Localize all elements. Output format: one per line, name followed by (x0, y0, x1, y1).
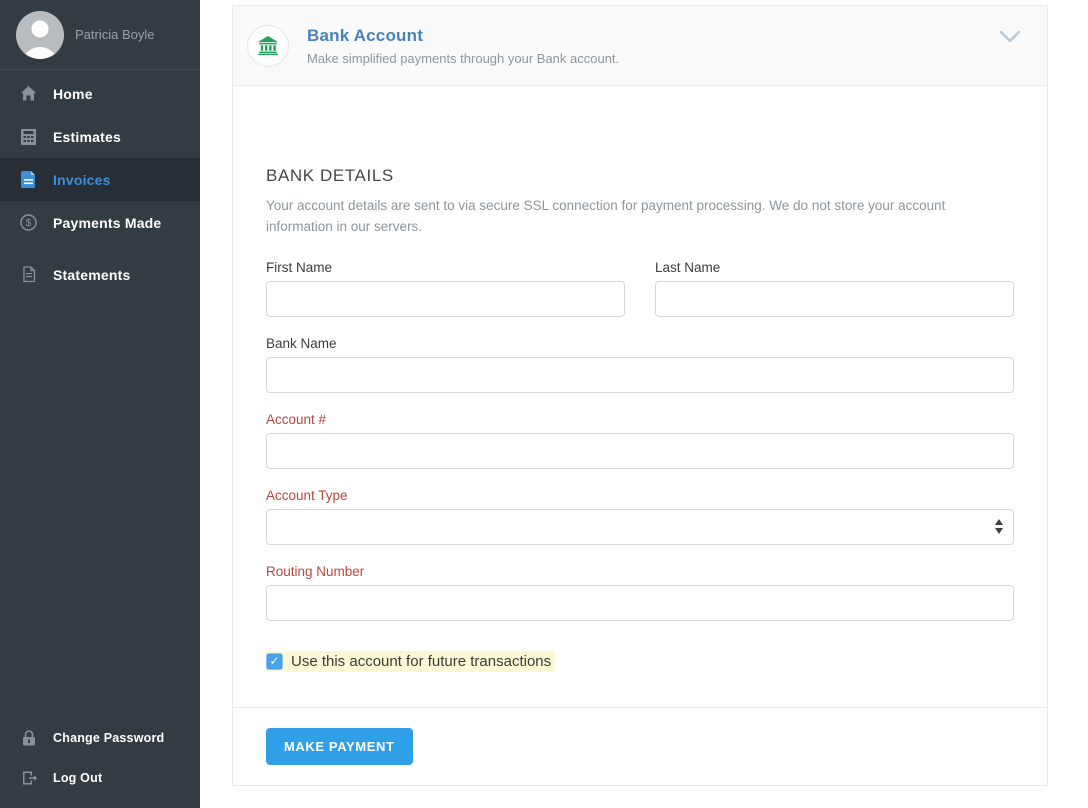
sidebar-item-label: Estimates (53, 129, 121, 145)
invoice-document-icon (20, 171, 37, 188)
name-fields-row: First Name Last Name (266, 260, 1014, 336)
svg-text:$: $ (26, 218, 32, 229)
logout-label: Log Out (53, 771, 102, 785)
routing-number-input[interactable] (266, 585, 1014, 621)
select-stepper-icon[interactable] (995, 519, 1003, 534)
last-name-field: Last Name (655, 260, 1014, 317)
checkbox-checked-icon[interactable]: ✓ (266, 653, 283, 670)
sidebar-item-label: Invoices (53, 172, 111, 188)
account-type-label: Account Type (266, 488, 1014, 503)
panel-subtitle: Make simplified payments through your Ba… (307, 51, 619, 66)
bank-account-panel: Bank Account Make simplified payments th… (232, 5, 1048, 786)
sidebar-spacer (0, 296, 200, 718)
account-number-label: Account # (266, 412, 1014, 427)
panel-header-text: Bank Account Make simplified payments th… (307, 26, 619, 66)
future-transactions-label: Use this account for future transactions (291, 653, 551, 670)
first-name-field: First Name (266, 260, 625, 317)
sidebar-menu: Home Estimates Invoices $ Payments Made (0, 70, 200, 296)
statement-document-icon (20, 266, 37, 283)
dollar-circle-icon: $ (20, 214, 37, 231)
lock-icon (20, 730, 37, 747)
account-number-field: Account # (266, 412, 1014, 469)
change-password-button[interactable]: Change Password (0, 718, 200, 758)
bank-icon (247, 25, 289, 67)
change-password-label: Change Password (53, 731, 164, 745)
last-name-input[interactable] (655, 281, 1014, 317)
home-icon (20, 85, 37, 102)
sidebar-item-statements[interactable]: Statements (0, 253, 200, 296)
section-description: Your account details are sent to via sec… (266, 196, 1014, 238)
sidebar-item-payments-made[interactable]: $ Payments Made (0, 201, 200, 244)
first-name-input[interactable] (266, 281, 625, 317)
make-payment-button[interactable]: MAKE PAYMENT (266, 728, 413, 765)
panel-header[interactable]: Bank Account Make simplified payments th… (233, 6, 1047, 86)
app-root: Patricia Boyle Home Estimates Invoices (0, 0, 1088, 808)
account-number-input[interactable] (266, 433, 1014, 469)
routing-number-field: Routing Number (266, 564, 1014, 621)
sidebar: Patricia Boyle Home Estimates Invoices (0, 0, 200, 808)
logout-button[interactable]: Log Out (0, 758, 200, 798)
sidebar-item-invoices[interactable]: Invoices (0, 158, 200, 201)
user-profile[interactable]: Patricia Boyle (0, 0, 200, 69)
sidebar-footer: Change Password Log Out (0, 718, 200, 808)
panel-body: BANK DETAILS Your account details are se… (233, 86, 1047, 707)
user-name: Patricia Boyle (75, 27, 154, 42)
avatar-person-icon (16, 11, 64, 59)
first-name-label: First Name (266, 260, 625, 275)
future-transactions-checkbox-row[interactable]: ✓ Use this account for future transactio… (266, 651, 555, 672)
account-type-field: Account Type (266, 488, 1014, 545)
calculator-icon (20, 128, 37, 145)
account-type-select[interactable] (266, 509, 1014, 545)
sidebar-item-label: Payments Made (53, 215, 161, 231)
panel-title: Bank Account (307, 26, 619, 46)
chevron-down-icon[interactable] (999, 30, 1021, 49)
sidebar-item-label: Statements (53, 267, 130, 283)
last-name-label: Last Name (655, 260, 1014, 275)
bank-name-field: Bank Name (266, 336, 1014, 393)
section-heading: BANK DETAILS (266, 166, 1014, 186)
sidebar-item-label: Home (53, 86, 93, 102)
panel-footer: MAKE PAYMENT (233, 707, 1047, 785)
main-content: Bank Account Make simplified payments th… (200, 0, 1088, 808)
routing-number-label: Routing Number (266, 564, 1014, 579)
bank-details-form: First Name Last Name Bank Name Acc (266, 260, 1014, 672)
bank-name-input[interactable] (266, 357, 1014, 393)
sidebar-item-estimates[interactable]: Estimates (0, 115, 200, 158)
sidebar-item-home[interactable]: Home (0, 72, 200, 115)
bank-name-label: Bank Name (266, 336, 1014, 351)
logout-icon (20, 770, 37, 787)
